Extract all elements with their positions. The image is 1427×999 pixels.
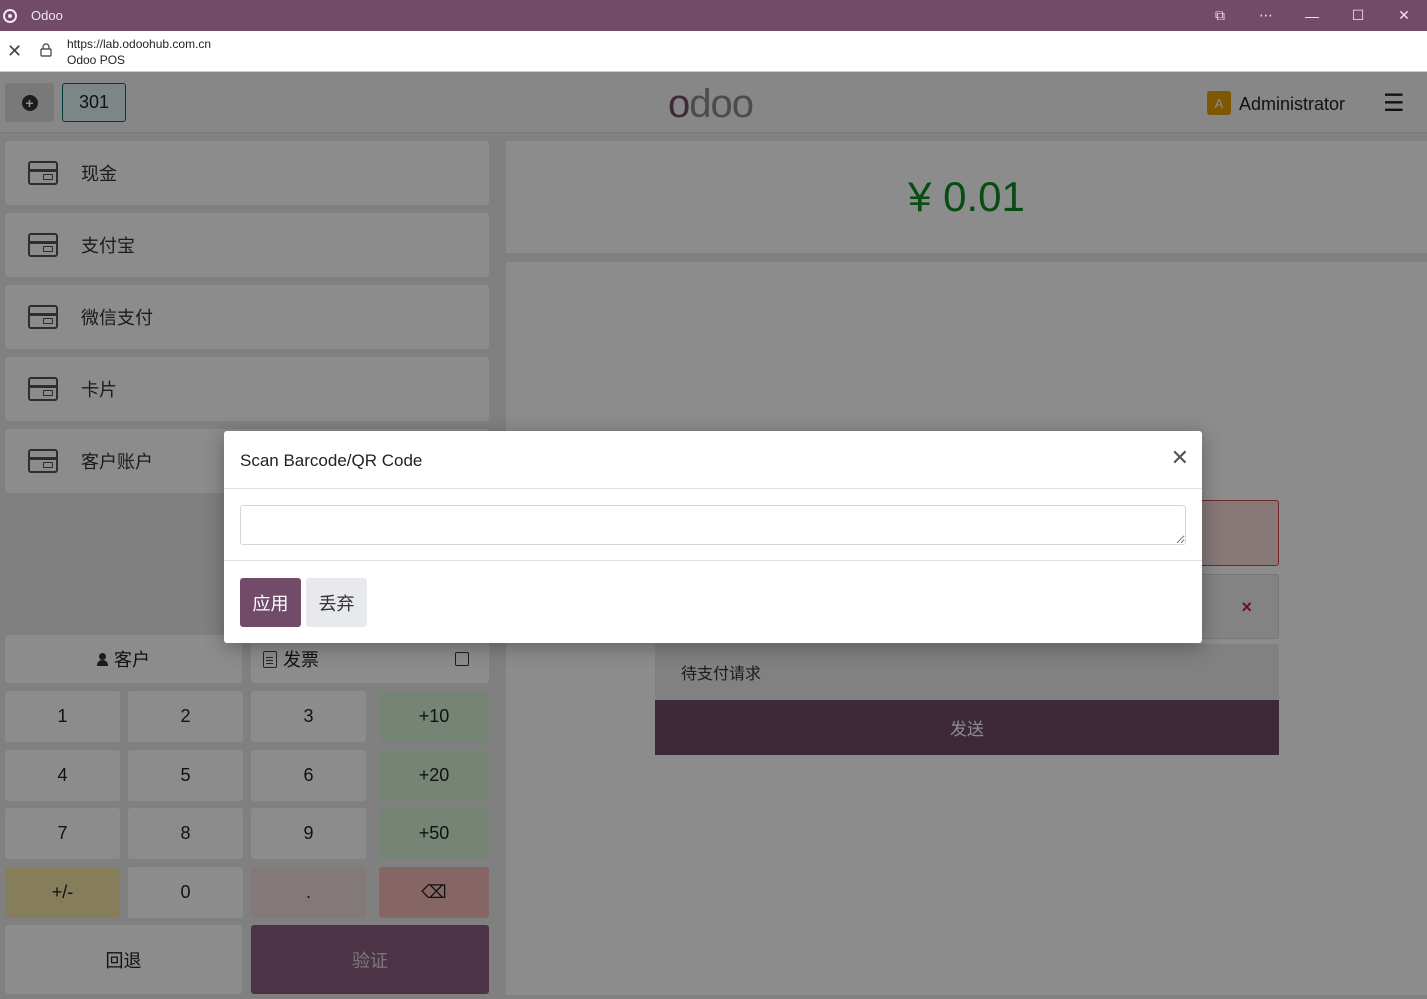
dialog-title: Scan Barcode/QR Code bbox=[240, 451, 423, 470]
apply-button[interactable]: 应用 bbox=[240, 578, 301, 627]
barcode-input[interactable] bbox=[240, 505, 1186, 545]
window-close-icon[interactable]: ✕ bbox=[1381, 0, 1427, 31]
scan-barcode-dialog: Scan Barcode/QR Code ✕ 应用 丢弃 bbox=[224, 431, 1202, 643]
minimize-icon[interactable]: — bbox=[1289, 0, 1335, 31]
url-text[interactable]: https://lab.odoohub.com.cn bbox=[67, 37, 211, 51]
window-titlebar: Odoo ⧉ ⋯ — ☐ ✕ bbox=[0, 0, 1427, 31]
close-icon[interactable]: ✕ bbox=[1171, 447, 1189, 469]
maximize-icon[interactable]: ☐ bbox=[1335, 0, 1381, 31]
close-icon[interactable]: ✕ bbox=[7, 41, 22, 62]
dialog-header: Scan Barcode/QR Code ✕ bbox=[224, 431, 1202, 489]
app-options-icon[interactable]: ⧉ bbox=[1197, 0, 1243, 31]
app-icon bbox=[3, 8, 17, 23]
discard-button[interactable]: 丢弃 bbox=[306, 578, 367, 627]
window-controls: ⧉ ⋯ — ☐ ✕ bbox=[1197, 0, 1427, 31]
page-title: Odoo POS bbox=[67, 53, 126, 67]
dialog-body bbox=[224, 489, 1202, 561]
more-options-icon[interactable]: ⋯ bbox=[1243, 0, 1289, 31]
address-bar: ✕ https://lab.odoohub.com.cn Odoo POS bbox=[0, 31, 1427, 72]
lock-icon bbox=[40, 43, 52, 57]
window-title: Odoo bbox=[31, 8, 63, 23]
